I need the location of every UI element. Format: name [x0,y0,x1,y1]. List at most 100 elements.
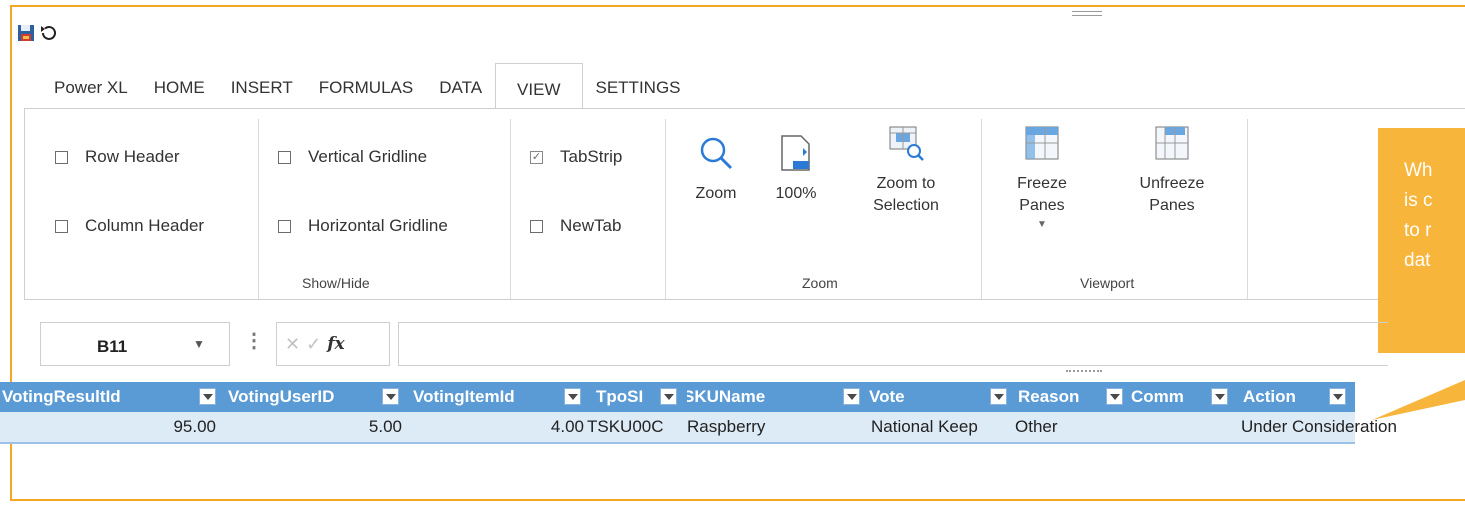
freeze-panes-icon [1022,123,1062,163]
name-box-value: B11 [97,337,128,356]
cell-action[interactable]: Under Consideration [1241,412,1461,442]
header-comment[interactable]: Comm [1125,382,1237,412]
vertical-gridline-checkbox[interactable]: Vertical Gridline [278,147,427,167]
header-skuname[interactable]: SKUName [687,382,864,412]
tab-power-xl[interactable]: Power XL [24,68,141,108]
row-header-checkbox[interactable]: Row Header [55,147,180,167]
cancel-icon[interactable]: ✕ [285,334,300,355]
group-divider [510,119,511,299]
cell-reason[interactable]: Other [1015,412,1123,442]
tab-data[interactable]: DATA [426,68,495,108]
header-label: VotingUserID [228,387,335,406]
checkbox-box [278,219,291,233]
filter-dropdown-icon[interactable] [990,388,1007,405]
save-icon[interactable] [16,23,36,43]
tab-home[interactable]: HOME [141,68,218,108]
ribbon-panel: Row Header Column Header Vertical Gridli… [24,108,1465,300]
checkbox-box [278,150,291,164]
tab-insert[interactable]: INSERT [218,68,306,108]
table-header-row: VotingResultId VotingUserID VotingItemId… [0,382,1355,412]
horizontal-gridline-label: Horizontal Gridline [308,216,448,235]
chevron-down-icon[interactable]: ▼ [193,337,205,351]
filter-dropdown-icon[interactable] [1211,388,1228,405]
filter-dropdown-icon[interactable] [382,388,399,405]
page-100-icon [776,133,816,173]
undo-icon[interactable] [38,23,58,43]
more-options-icon[interactable]: ⋮ [244,328,264,353]
tab-view[interactable]: VIEW [495,63,583,109]
row-header-label: Row Header [85,147,180,166]
cell-vote[interactable]: National Keep [871,412,1013,442]
filter-dropdown-icon[interactable] [660,388,677,405]
column-header-label: Column Header [85,216,205,235]
header-votinguserid[interactable]: VotingUserID [222,382,409,412]
header-label: Action [1243,387,1296,406]
viewport-group-label: Viewport [1080,275,1135,291]
show-hide-group: Row Header Column Header Vertical Gridli… [25,109,665,299]
zoom-100-button[interactable]: 100% [766,133,826,205]
tab-formulas[interactable]: FORMULAS [306,68,426,108]
header-votingitemid[interactable]: VotingItemId [409,382,586,412]
show-hide-group-label: Show/Hide [302,275,370,291]
header-votingresultid[interactable]: VotingResultId [0,382,222,412]
tabstrip-checkbox[interactable]: ✓ TabStrip [530,147,622,167]
callout-line: to r [1404,220,1432,241]
quick-access-toolbar [16,20,58,46]
header-label: TpoSI [596,387,644,406]
filter-dropdown-icon[interactable] [1329,388,1346,405]
ribbon-tabs: Power XL HOME INSERT FORMULAS DATA VIEW … [24,62,694,109]
name-box[interactable]: B11 ▼ [40,322,230,366]
cell-tposi[interactable]: TSKU00C [587,412,686,442]
confirm-icon[interactable]: ✓ [306,334,321,355]
group-divider [258,119,259,299]
zoom-selection-icon [886,123,926,163]
group-divider [1247,119,1248,299]
cell-comment[interactable] [1125,412,1235,442]
column-header-checkbox[interactable]: Column Header [55,216,204,236]
cell-votingresultid[interactable]: 95.00 [0,412,216,442]
unfreeze-panes-label: Unfreeze Panes [1139,175,1205,214]
header-label: SKUName [687,387,766,406]
zoom-group: Zoom 100% Zoom to Selection Zoom [666,109,981,299]
zoom-to-selection-button[interactable]: Zoom to Selection [851,123,961,217]
newtab-checkbox[interactable]: NewTab [530,216,621,236]
cell-votingitemid[interactable]: 4.00 [409,412,584,442]
horizontal-gridline-checkbox[interactable]: Horizontal Gridline [278,216,448,236]
magnifier-icon [696,133,736,173]
formula-commands: ✕ ✓ fx [276,322,390,366]
cell-votinguserid[interactable]: 5.00 [222,412,402,442]
tab-settings[interactable]: SETTINGS [583,68,694,108]
chevron-down-icon[interactable]: ▼ [1037,219,1047,230]
window-drag-grip[interactable] [1072,11,1102,16]
freeze-panes-label: Freeze Panes [1017,175,1067,214]
freeze-panes-button[interactable]: Freeze Panes ▼ [1002,123,1082,230]
header-tposi[interactable]: TpoSI [586,382,687,412]
newtab-label: NewTab [560,216,622,235]
callout-line: Wh [1404,160,1433,181]
insert-function-button[interactable]: fx [327,334,344,354]
tutorial-callout: Wh is c to r dat [1378,128,1465,353]
header-label: Comm [1131,387,1184,406]
cell-skuname[interactable]: Raspberry [687,412,863,442]
filter-dropdown-icon[interactable] [1106,388,1123,405]
header-action[interactable]: Action [1237,382,1355,412]
formula-input[interactable] [398,322,1388,366]
zoom-100-label: 100% [775,185,817,202]
filter-dropdown-icon[interactable] [564,388,581,405]
splitter-grip[interactable] [1066,370,1102,375]
callout-line: is c [1404,190,1433,211]
checkbox-box [55,219,68,233]
header-reason[interactable]: Reason [1014,382,1125,412]
viewport-group: Freeze Panes ▼ Unfreeze Panes Viewport [982,109,1247,299]
table-row: 95.00 5.00 4.00 TSKU00C Raspberry Nation… [0,412,1397,444]
filter-dropdown-icon[interactable] [843,388,860,405]
vertical-gridline-label: Vertical Gridline [308,147,428,166]
callout-line: dat [1404,250,1431,271]
unfreeze-panes-button[interactable]: Unfreeze Panes [1122,123,1222,217]
checkmark-icon: ✓ [530,150,543,164]
header-vote[interactable]: Vote [864,382,1014,412]
zoom-button[interactable]: Zoom [686,133,746,205]
filter-dropdown-icon[interactable] [199,388,216,405]
header-label: Vote [869,387,905,406]
header-label: VotingItemId [413,387,515,406]
